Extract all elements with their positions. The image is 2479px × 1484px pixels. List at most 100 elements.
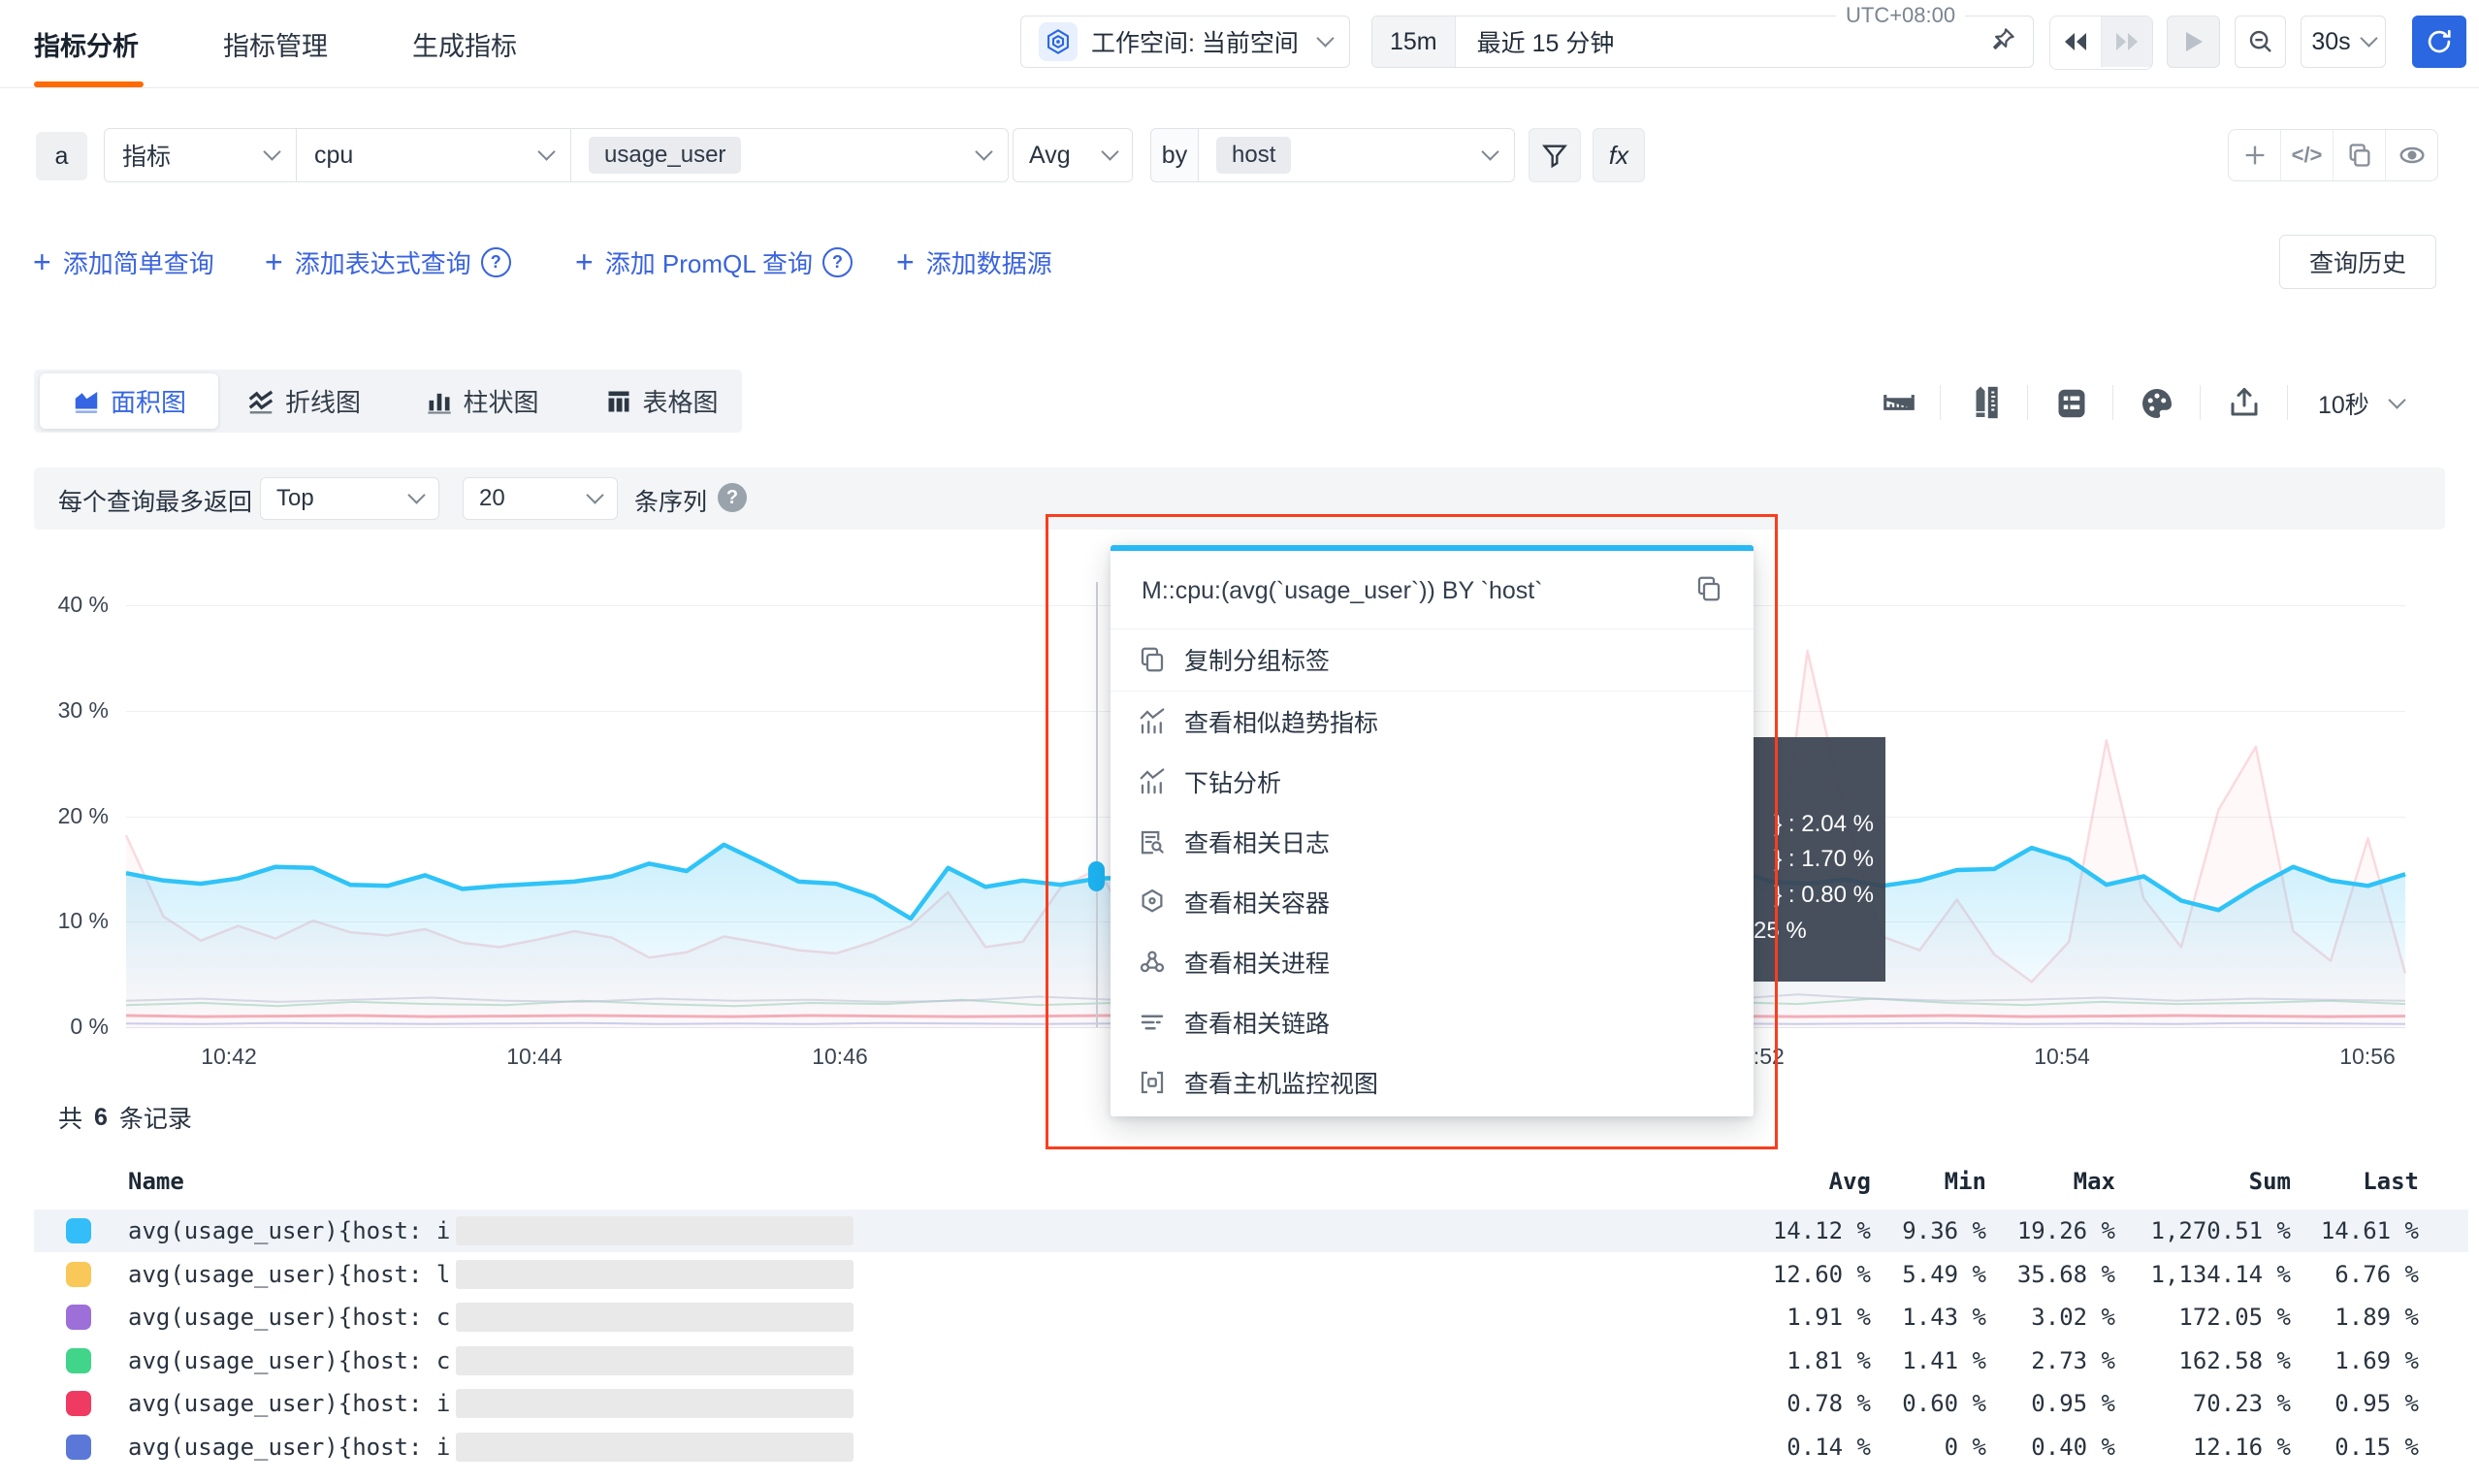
fx-label: fx: [1609, 141, 1628, 171]
series-color-swatch[interactable]: [66, 1262, 91, 1287]
fx-button[interactable]: fx: [1593, 128, 1645, 182]
pin-icon[interactable]: [1988, 25, 2017, 59]
x-axis-tick-label: 10:56: [2314, 1044, 2421, 1070]
toolbar-separator: [1940, 385, 1941, 420]
query-letter-badge: a: [36, 132, 87, 180]
add-simple-query-link[interactable]: + 添加简单查询: [33, 242, 214, 281]
y-axis-tick-label: 0 %: [31, 1014, 109, 1040]
records-suffix: 条记录: [119, 1100, 192, 1135]
help-icon[interactable]: ?: [718, 483, 747, 512]
table-row[interactable]: avg(usage_user){host: i0.78 %0.60 %0.95 …: [34, 1382, 2468, 1425]
chevron-down-icon: [2360, 29, 2377, 47]
series-color-swatch[interactable]: [66, 1218, 91, 1243]
series-color-swatch[interactable]: [66, 1348, 91, 1373]
tab-metric-management[interactable]: 指标管理: [223, 25, 328, 63]
query-aggregation-select[interactable]: Avg: [1013, 128, 1133, 182]
time-shortcut-badge[interactable]: 15m: [1372, 16, 1456, 67]
tab-label: 表格图: [642, 383, 718, 419]
legend-table-button[interactable]: [2054, 386, 2089, 426]
select-value: Top: [276, 485, 314, 512]
palette-button[interactable]: [2140, 386, 2174, 426]
y-axis-tick-label: 40 %: [31, 592, 109, 618]
duplicate-query-button[interactable]: [2333, 130, 2385, 180]
area-chart-icon: [72, 387, 101, 416]
refresh-button[interactable]: [2412, 16, 2466, 68]
filter-button[interactable]: [1529, 128, 1581, 182]
refresh-interval-select[interactable]: 30s: [2301, 16, 2386, 68]
code-view-button[interactable]: </>: [2280, 130, 2333, 180]
add-query-button[interactable]: [2229, 130, 2280, 180]
tab-label: 柱状图: [463, 383, 538, 419]
add-expression-query-link[interactable]: + 添加表达式查询 ?: [265, 242, 511, 281]
query-history-button[interactable]: 查询历史: [2279, 235, 2436, 289]
query-groupby-select[interactable]: host: [1198, 128, 1515, 182]
plus-icon: +: [265, 246, 283, 277]
query-actions-group: </>: [2228, 129, 2438, 181]
series-color-swatch[interactable]: [66, 1435, 91, 1460]
y-axis-tick-label: 20 %: [31, 803, 109, 829]
redacted-hostname: [456, 1389, 853, 1418]
toolbar-separator: [2112, 385, 2113, 420]
annotation-tool-button[interactable]: [1969, 385, 2004, 425]
query-field-select[interactable]: usage_user: [570, 128, 1009, 182]
table-row[interactable]: avg(usage_user){host: i14.12 %9.36 %19.2…: [34, 1210, 2468, 1252]
table-header-last[interactable]: Last: [2167, 1168, 2419, 1201]
query-namespace-select[interactable]: 指标: [104, 128, 297, 182]
refresh-interval-value: 30s: [2311, 28, 2350, 56]
series-name: avg(usage_user){host: i: [128, 1382, 450, 1425]
limit-prefix-label: 每个查询最多返回: [58, 483, 252, 518]
table-chart-icon: [605, 388, 632, 415]
tab-table-chart[interactable]: 表格图: [592, 373, 732, 429]
chevron-down-icon: [1316, 29, 1334, 47]
series-name: avg(usage_user){host: l: [128, 1253, 450, 1296]
tab-metric-analysis[interactable]: 指标分析: [34, 25, 139, 63]
time-range-label: 最近 15 分钟: [1456, 24, 1615, 59]
interval-value: 10秒: [2318, 386, 2369, 421]
x-axis-tick-label: 10:54: [2009, 1044, 2115, 1070]
ruler-toggle-button[interactable]: [1881, 384, 1917, 426]
workspace-selector[interactable]: 工作空间: 当前空间: [1020, 16, 1350, 68]
chevron-down-icon: [1101, 143, 1118, 160]
chart-interval-select[interactable]: 10秒: [2318, 386, 2403, 421]
export-button[interactable]: [2227, 385, 2262, 425]
y-axis-tick-label: 30 %: [31, 697, 109, 724]
query-metric-select[interactable]: cpu: [296, 128, 571, 182]
field-tag[interactable]: usage_user: [589, 137, 741, 174]
tab-area-chart[interactable]: 面积图: [40, 373, 218, 429]
series-name: avg(usage_user){host: c: [128, 1296, 450, 1339]
toolbar-separator: [2027, 385, 2028, 420]
play-button[interactable]: [2167, 16, 2220, 68]
header-divider: [0, 87, 2479, 88]
toggle-visibility-button[interactable]: [2385, 130, 2437, 180]
series-color-swatch[interactable]: [66, 1305, 91, 1330]
table-row[interactable]: avg(usage_user){host: c1.81 %1.41 %2.73 …: [34, 1339, 2468, 1382]
group-tag[interactable]: host: [1216, 137, 1291, 174]
x-axis-tick-label: 10:42: [176, 1044, 282, 1070]
series-color-swatch[interactable]: [66, 1391, 91, 1416]
limit-top-select[interactable]: Top: [260, 477, 439, 520]
table-header-name[interactable]: Name: [128, 1168, 184, 1201]
time-shift-group: [2049, 16, 2153, 70]
add-promql-query-link[interactable]: + 添加 PromQL 查询 ?: [575, 242, 853, 281]
shift-back-button[interactable]: [2050, 16, 2101, 67]
table-row[interactable]: avg(usage_user){host: i0.14 %0 %0.40 %12…: [34, 1426, 2468, 1468]
help-icon[interactable]: ?: [822, 247, 853, 277]
bar-chart-icon: [426, 388, 453, 415]
tab-generate-metric[interactable]: 生成指标: [412, 25, 517, 63]
link-label: 添加简单查询: [63, 244, 214, 280]
plus-icon: +: [896, 246, 915, 277]
link-label: 添加 PromQL 查询: [605, 244, 813, 280]
table-row[interactable]: avg(usage_user){host: c1.91 %1.43 %3.02 …: [34, 1296, 2468, 1339]
tab-line-chart[interactable]: 折线图: [231, 373, 376, 429]
zoom-out-button[interactable]: [2235, 16, 2286, 68]
tab-bar-chart[interactable]: 柱状图: [412, 373, 553, 429]
table-row[interactable]: avg(usage_user){host: l12.60 %5.49 %35.6…: [34, 1253, 2468, 1296]
stat-value: 1.89 %: [2167, 1296, 2419, 1339]
help-icon[interactable]: ?: [481, 247, 511, 277]
add-datasource-link[interactable]: + 添加数据源: [896, 242, 1052, 281]
select-value: 20: [479, 485, 505, 512]
redacted-hostname: [456, 1433, 853, 1462]
by-label-box: by: [1150, 128, 1199, 182]
shift-forward-button[interactable]: [2101, 16, 2152, 67]
limit-count-select[interactable]: 20: [463, 477, 618, 520]
